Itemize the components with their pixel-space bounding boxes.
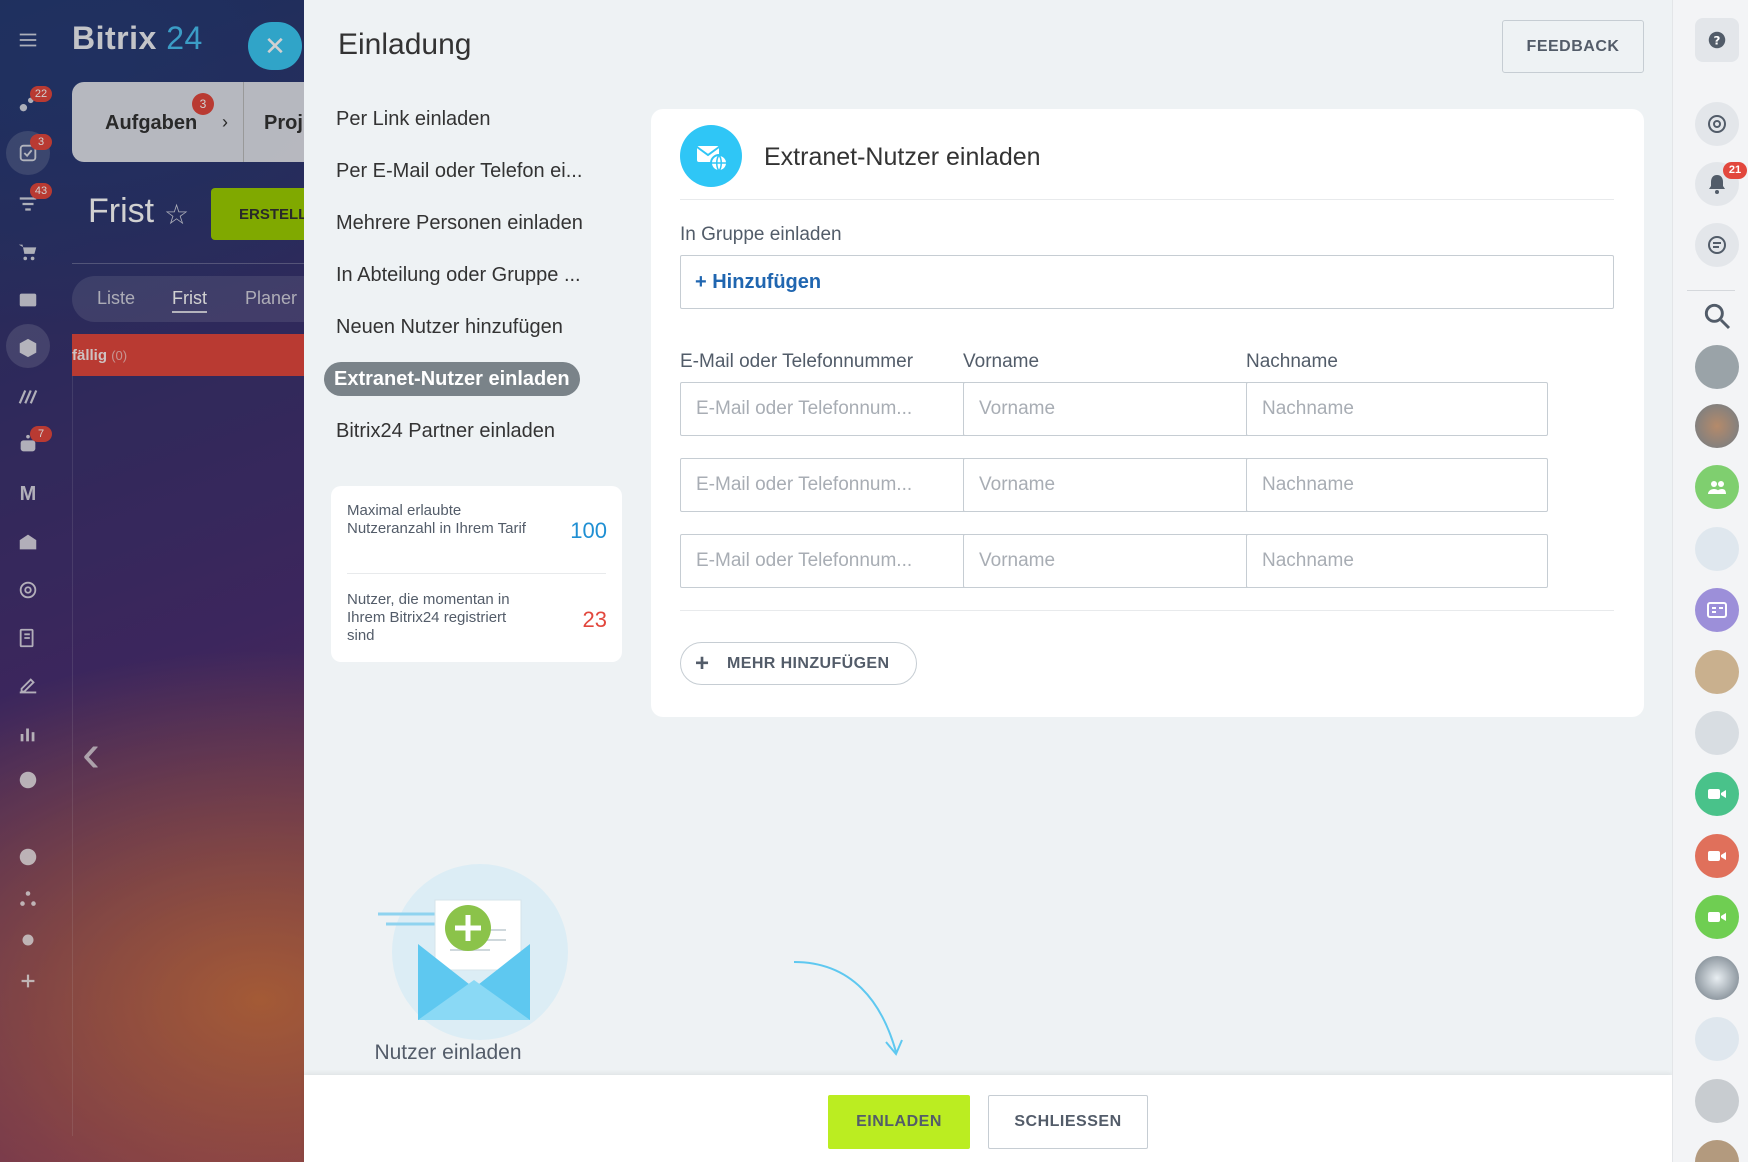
menu-item-invite-by-email-phone[interactable]: Per E-Mail oder Telefon ei... (324, 154, 594, 188)
contact-card-icon[interactable] (1695, 588, 1739, 632)
video-call-icon[interactable] (1695, 834, 1739, 878)
svg-text:?: ? (1714, 34, 1721, 48)
panel-title: Einladung (338, 28, 472, 61)
first-name-column-label: Vorname (963, 351, 1040, 372)
group-chat-icon[interactable] (1695, 465, 1739, 509)
invite-slider-panel: Einladung FEEDBACK Per Link einladen Per… (304, 0, 1672, 1162)
menu-item-invite-by-link[interactable]: Per Link einladen (324, 102, 503, 136)
menu-item-invite-extranet[interactable]: Extranet-Nutzer einladen (324, 362, 580, 396)
invite-illustration (372, 864, 572, 1044)
avatar[interactable] (1695, 711, 1739, 755)
card-title: Extranet-Nutzer einladen (764, 143, 1041, 171)
contact-input-1[interactable] (680, 382, 982, 436)
chat-icon[interactable] (1695, 223, 1739, 267)
last-name-input-2[interactable] (1246, 458, 1548, 512)
avatar[interactable] (1695, 956, 1739, 1000)
avatar[interactable] (1695, 1017, 1739, 1061)
first-name-input-2[interactable] (963, 458, 1265, 512)
invite-button[interactable]: EINLADEN (828, 1095, 970, 1149)
menu-item-invite-multiple[interactable]: Mehrere Personen einladen (324, 206, 595, 240)
group-field-label: In Gruppe einladen (680, 224, 842, 245)
last-name-column-label: Nachname (1246, 351, 1338, 372)
copilot-icon[interactable] (1695, 102, 1739, 146)
extranet-invite-card: Extranet-Nutzer einladen In Gruppe einla… (651, 109, 1644, 717)
card-divider-bottom (680, 610, 1614, 611)
add-more-button[interactable]: + MEHR HINZUFÜGEN (680, 642, 917, 685)
avatar[interactable] (1695, 1140, 1739, 1162)
limit-current-value: 23 (582, 607, 607, 632)
group-selector-field[interactable]: + Hinzufügen (680, 255, 1614, 309)
contact-input-2[interactable] (680, 458, 982, 512)
limit-max-row: Maximal erlaubte Nutzeranzahl in Ihrem T… (347, 502, 607, 562)
menu-item-add-new-user[interactable]: Neuen Nutzer hinzufügen (324, 310, 575, 344)
decorative-arrow-icon (793, 961, 903, 1056)
right-rail: ? 21 (1672, 0, 1748, 1162)
menu-item-invite-partner[interactable]: Bitrix24 Partner einladen (324, 414, 567, 448)
add-more-label: MEHR HINZUFÜGEN (727, 654, 890, 672)
first-name-input-1[interactable] (963, 382, 1265, 436)
extranet-mail-globe-icon (680, 125, 742, 187)
close-button[interactable]: SCHLIESSEN (988, 1095, 1148, 1149)
last-name-input-3[interactable] (1246, 534, 1548, 588)
contact-input-3[interactable] (680, 534, 982, 588)
card-divider (680, 199, 1614, 200)
limit-max-label: Maximal erlaubte Nutzeranzahl in Ihrem T… (347, 502, 526, 537)
avatar[interactable] (1695, 404, 1739, 448)
contact-column-label: E-Mail oder Telefonnummer (680, 351, 914, 372)
notification-badge: 21 (1723, 162, 1747, 179)
limit-max-value: 100 (570, 518, 607, 543)
rail-divider (1687, 290, 1735, 291)
limits-divider (347, 573, 606, 574)
menu-item-invite-to-department[interactable]: In Abteilung oder Gruppe ... (324, 258, 593, 292)
background-dim-overlay (0, 0, 304, 1162)
first-name-input-3[interactable] (963, 534, 1265, 588)
help-icon[interactable]: ? (1695, 18, 1739, 62)
panel-footer: EINLADEN SCHLIESSEN (304, 1075, 1672, 1162)
envelope-plus-icon (378, 899, 530, 1020)
avatar[interactable] (1695, 527, 1739, 571)
plus-icon: + (695, 649, 710, 677)
video-call-icon[interactable] (1695, 895, 1739, 939)
limit-current-row: Nutzer, die momentan in Ihrem Bitrix24 r… (347, 591, 607, 651)
last-name-input-1[interactable] (1246, 382, 1548, 436)
illustration-label: Nutzer einladen (374, 1041, 522, 1064)
group-add-link[interactable]: + Hinzufügen (695, 271, 821, 294)
search-icon[interactable] (1701, 300, 1733, 332)
feedback-button[interactable]: FEEDBACK (1502, 20, 1644, 73)
user-limits-box: Maximal erlaubte Nutzeranzahl in Ihrem T… (331, 486, 622, 662)
avatar[interactable] (1695, 650, 1739, 694)
avatar[interactable] (1695, 1079, 1739, 1123)
limit-current-label: Nutzer, die momentan in Ihrem Bitrix24 r… (347, 591, 510, 644)
video-call-icon[interactable] (1695, 772, 1739, 816)
avatar[interactable] (1695, 345, 1739, 389)
